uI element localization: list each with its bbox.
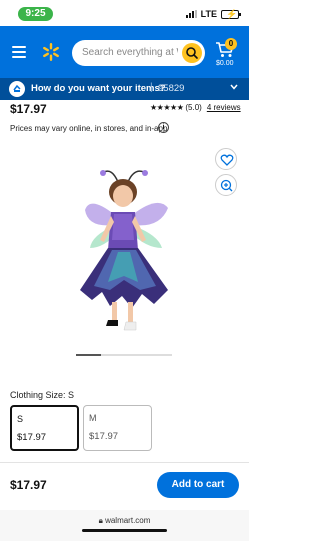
walmart-spark-logo[interactable] — [41, 42, 61, 62]
status-time: 9:25 — [18, 7, 53, 21]
size-option-s[interactable]: S $17.97 — [10, 405, 79, 451]
url-domain: walmart.com — [105, 516, 151, 525]
favorite-button[interactable] — [215, 148, 237, 170]
divider — [0, 462, 249, 463]
url-text: 🔒︎ walmart.com — [0, 516, 249, 526]
search-button[interactable] — [182, 43, 202, 63]
delivery-title: How do you want your items? — [31, 83, 166, 94]
delivery-zip: 95829 — [158, 83, 185, 94]
menu-icon[interactable] — [12, 46, 26, 58]
zoom-button[interactable] — [215, 174, 237, 196]
signal-icon — [185, 10, 197, 18]
add-to-cart-button[interactable]: Add to cart — [157, 472, 239, 498]
network-label: LTE — [200, 9, 217, 19]
reviews-link[interactable]: 4 reviews — [207, 103, 241, 112]
zoom-in-icon — [220, 179, 233, 192]
cart-button[interactable]: 0 $0.00 — [213, 38, 243, 72]
size-option-price: $17.97 — [89, 431, 119, 442]
product-image-carousel[interactable] — [0, 140, 249, 365]
delivery-icon — [9, 81, 25, 97]
search-input[interactable]: Search everything at W — [72, 40, 205, 66]
product-price: $17.97 — [10, 102, 47, 116]
delivery-separator: | — [150, 82, 153, 93]
product-image — [80, 170, 168, 331]
clothing-size-label: Clothing Size: S — [10, 390, 75, 400]
battery-icon: ⚡ — [221, 9, 241, 19]
status-indicators: LTE ⚡ — [185, 9, 241, 19]
rating-value: (5.0) — [185, 103, 202, 112]
chevron-down-icon — [230, 84, 238, 90]
status-bar: 9:25 LTE ⚡ — [0, 0, 249, 26]
rating-stars: ★★★★★ — [150, 103, 184, 112]
home-indicator[interactable] — [82, 529, 167, 532]
delivery-bar[interactable]: How do you want your items? | 95829 — [0, 78, 249, 100]
site-header: Search everything at W 0 $0.00 — [0, 26, 249, 78]
cart-total: $0.00 — [216, 60, 234, 67]
price-disclaimer: Prices may vary online, in stores, and i… — [10, 124, 168, 133]
product-rating: ★★★★★ (5.0) 4 reviews — [150, 103, 241, 112]
size-option-name: M — [89, 413, 97, 423]
carousel-indicator — [76, 354, 172, 356]
size-option-price: $17.97 — [17, 432, 47, 443]
search-icon — [186, 47, 198, 59]
size-option-m[interactable]: M $17.97 — [83, 405, 152, 451]
size-option-name: S — [17, 414, 24, 424]
carousel-indicator-fill — [76, 354, 101, 356]
heart-icon — [220, 154, 234, 166]
cart-count-badge: 0 — [225, 38, 237, 50]
footer-price: $17.97 — [10, 478, 47, 492]
info-icon[interactable]: i — [158, 122, 169, 133]
search-placeholder: Search everything at W — [82, 47, 178, 58]
browser-url-bar[interactable]: 🔒︎ walmart.com — [0, 510, 249, 541]
